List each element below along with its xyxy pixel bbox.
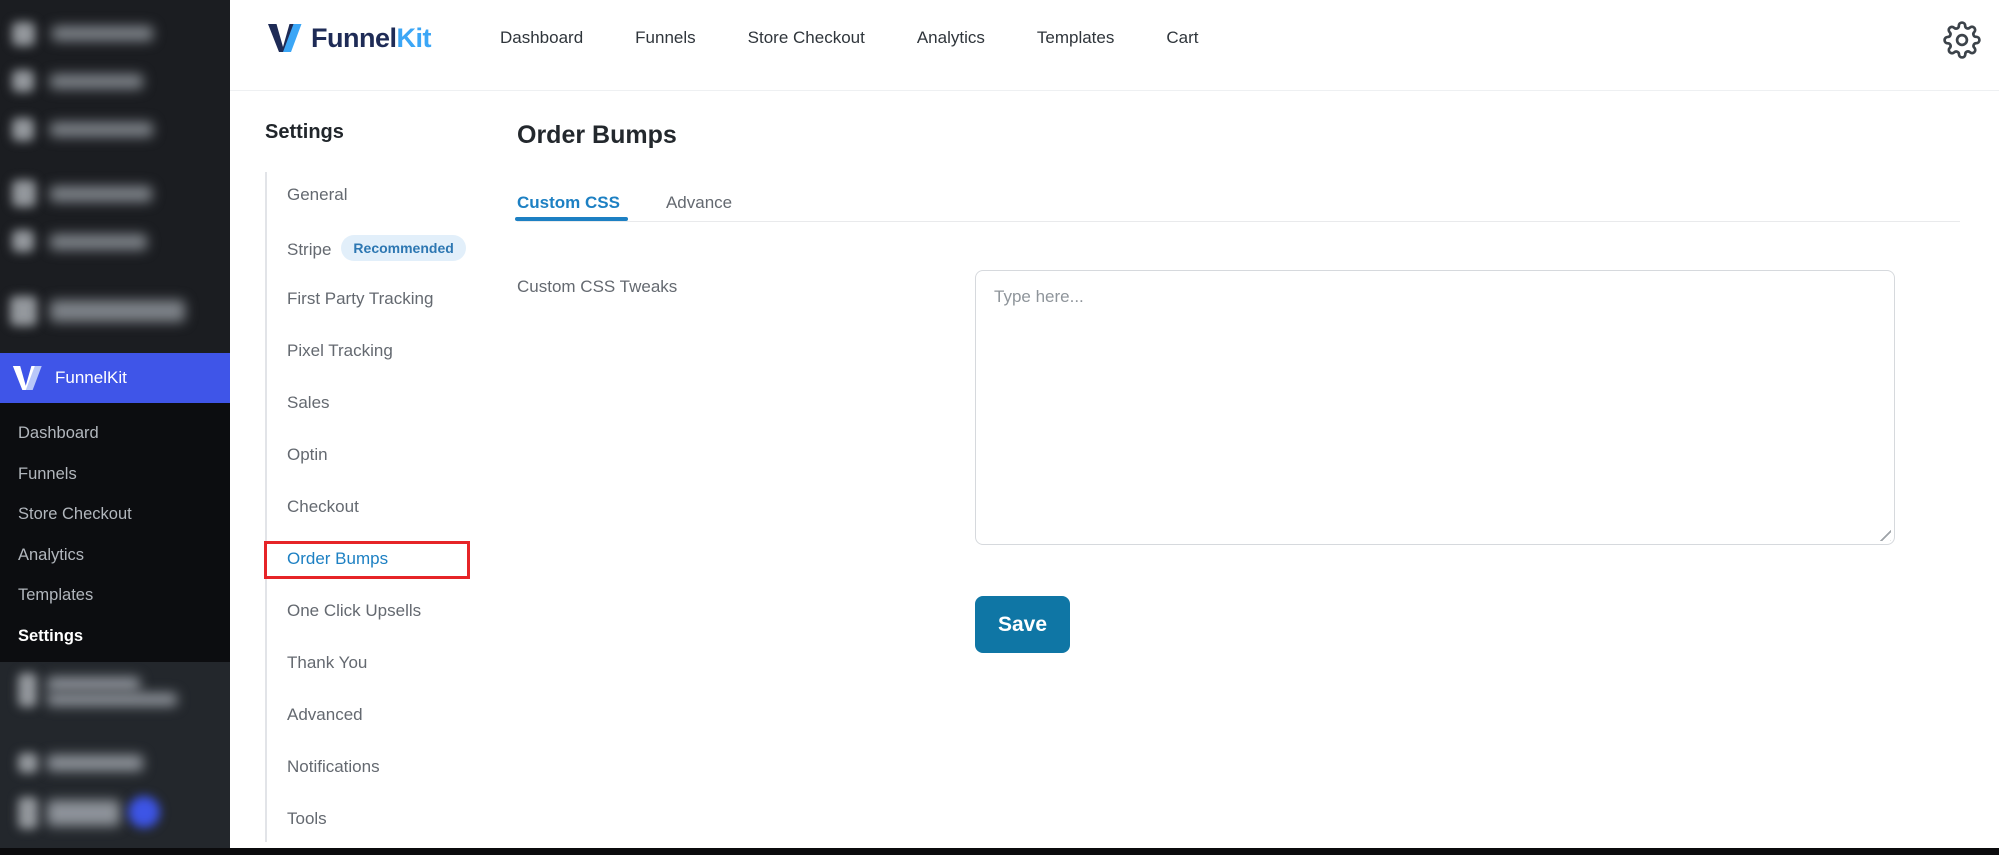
funnelkit-logo-text: FunnelKit — [311, 22, 431, 53]
redacted-menu-label — [50, 186, 152, 202]
redacted-menu-icon — [18, 753, 38, 773]
redacted-menu-icon — [18, 673, 37, 707]
redacted-menu-label — [50, 74, 143, 89]
settings-item-pixel-tracking[interactable]: Pixel Tracking — [287, 341, 497, 361]
sidebar-funnelkit-section: FunnelKit Dashboard Funnels Store Checko… — [0, 353, 230, 662]
redacted-menu-icon — [18, 797, 38, 829]
redacted-menu-icon — [12, 70, 34, 92]
settings-item-tools[interactable]: Tools — [287, 809, 497, 829]
settings-item-thank-you[interactable]: Thank You — [287, 653, 497, 673]
wp-admin-menu-redacted-bottom — [0, 662, 230, 848]
settings-item-advanced[interactable]: Advanced — [287, 705, 497, 725]
sidebar-item-analytics[interactable]: Analytics — [0, 535, 230, 576]
tab-divider — [517, 221, 1960, 222]
funnelkit-logo-icon — [12, 365, 42, 391]
nav-item-dashboard[interactable]: Dashboard — [500, 28, 583, 48]
redacted-menu-label — [47, 755, 143, 771]
redacted-menu-label — [50, 122, 153, 137]
redacted-menu-label — [47, 693, 177, 706]
sidebar-item-dashboard[interactable]: Dashboard — [0, 413, 230, 454]
settings-item-notifications[interactable]: Notifications — [287, 757, 497, 777]
custom-css-textarea[interactable] — [975, 270, 1895, 545]
wp-admin-sidebar: FunnelKit Dashboard Funnels Store Checko… — [0, 0, 230, 855]
tab-bar: Custom CSS Advance — [517, 193, 732, 213]
wp-admin-menu-redacted — [0, 0, 230, 353]
settings-menu: General Stripe Recommended First Party Tr… — [264, 185, 497, 855]
redacted-menu-icon — [12, 118, 34, 141]
header-nav: Dashboard Funnels Store Checkout Analyti… — [500, 28, 1198, 48]
sidebar-funnelkit-submenu: Dashboard Funnels Store Checkout Analyti… — [0, 413, 230, 656]
settings-item-first-party-tracking[interactable]: First Party Tracking — [287, 289, 497, 309]
nav-item-analytics[interactable]: Analytics — [917, 28, 985, 48]
settings-menu-rule — [265, 172, 267, 842]
settings-item-stripe[interactable]: Stripe Recommended — [287, 235, 497, 261]
redacted-menu-icon — [12, 180, 36, 207]
funnelkit-settings-page: FunnelKit Dashboard Funnels Store Checko… — [0, 0, 1999, 855]
settings-item-general[interactable]: General — [287, 185, 497, 205]
settings-item-sales[interactable]: Sales — [287, 393, 497, 413]
redacted-menu-icon — [12, 230, 34, 252]
settings-gear-icon[interactable] — [1941, 19, 1983, 61]
sidebar-item-templates[interactable]: Templates — [0, 575, 230, 616]
sidebar-item-store-checkout[interactable]: Store Checkout — [0, 494, 230, 535]
redacted-menu-label — [52, 26, 153, 41]
nav-item-store-checkout[interactable]: Store Checkout — [748, 28, 865, 48]
nav-item-funnels[interactable]: Funnels — [635, 28, 695, 48]
window-bottom-edge — [0, 848, 1999, 855]
funnelkit-logo[interactable]: FunnelKit — [267, 23, 431, 54]
redacted-menu-icon — [12, 22, 35, 46]
page-title: Order Bumps — [517, 121, 677, 149]
custom-css-tweaks-label: Custom CSS Tweaks — [517, 277, 678, 296]
settings-heading: Settings — [265, 121, 344, 143]
redacted-menu-label — [47, 677, 140, 691]
funnelkit-logo-icon — [268, 24, 302, 52]
tab-advance[interactable]: Advance — [666, 193, 732, 213]
recommended-badge: Recommended — [341, 235, 466, 261]
custom-css-field — [975, 270, 1895, 545]
notification-count-badge — [128, 796, 160, 828]
settings-item-optin[interactable]: Optin — [287, 445, 497, 465]
sidebar-item-funnels[interactable]: Funnels — [0, 454, 230, 495]
redacted-menu-label — [50, 300, 185, 322]
sidebar-item-funnelkit[interactable]: FunnelKit — [0, 353, 230, 403]
nav-item-templates[interactable]: Templates — [1037, 28, 1114, 48]
sidebar-item-settings[interactable]: Settings — [0, 616, 230, 657]
settings-item-order-bumps[interactable]: Order Bumps — [264, 541, 497, 579]
redacted-menu-label — [50, 234, 147, 250]
redacted-menu-icon — [10, 296, 37, 326]
tab-custom-css[interactable]: Custom CSS — [517, 193, 620, 213]
sidebar-funnelkit-label: FunnelKit — [55, 368, 127, 387]
active-tab-underline — [515, 217, 628, 221]
redacted-menu-label — [47, 800, 120, 826]
funnelkit-header: FunnelKit Dashboard Funnels Store Checko… — [230, 0, 1999, 91]
settings-item-one-click-upsells[interactable]: One Click Upsells — [287, 601, 497, 621]
nav-item-cart[interactable]: Cart — [1166, 28, 1198, 48]
save-button[interactable]: Save — [975, 596, 1070, 653]
settings-item-checkout[interactable]: Checkout — [287, 497, 497, 517]
